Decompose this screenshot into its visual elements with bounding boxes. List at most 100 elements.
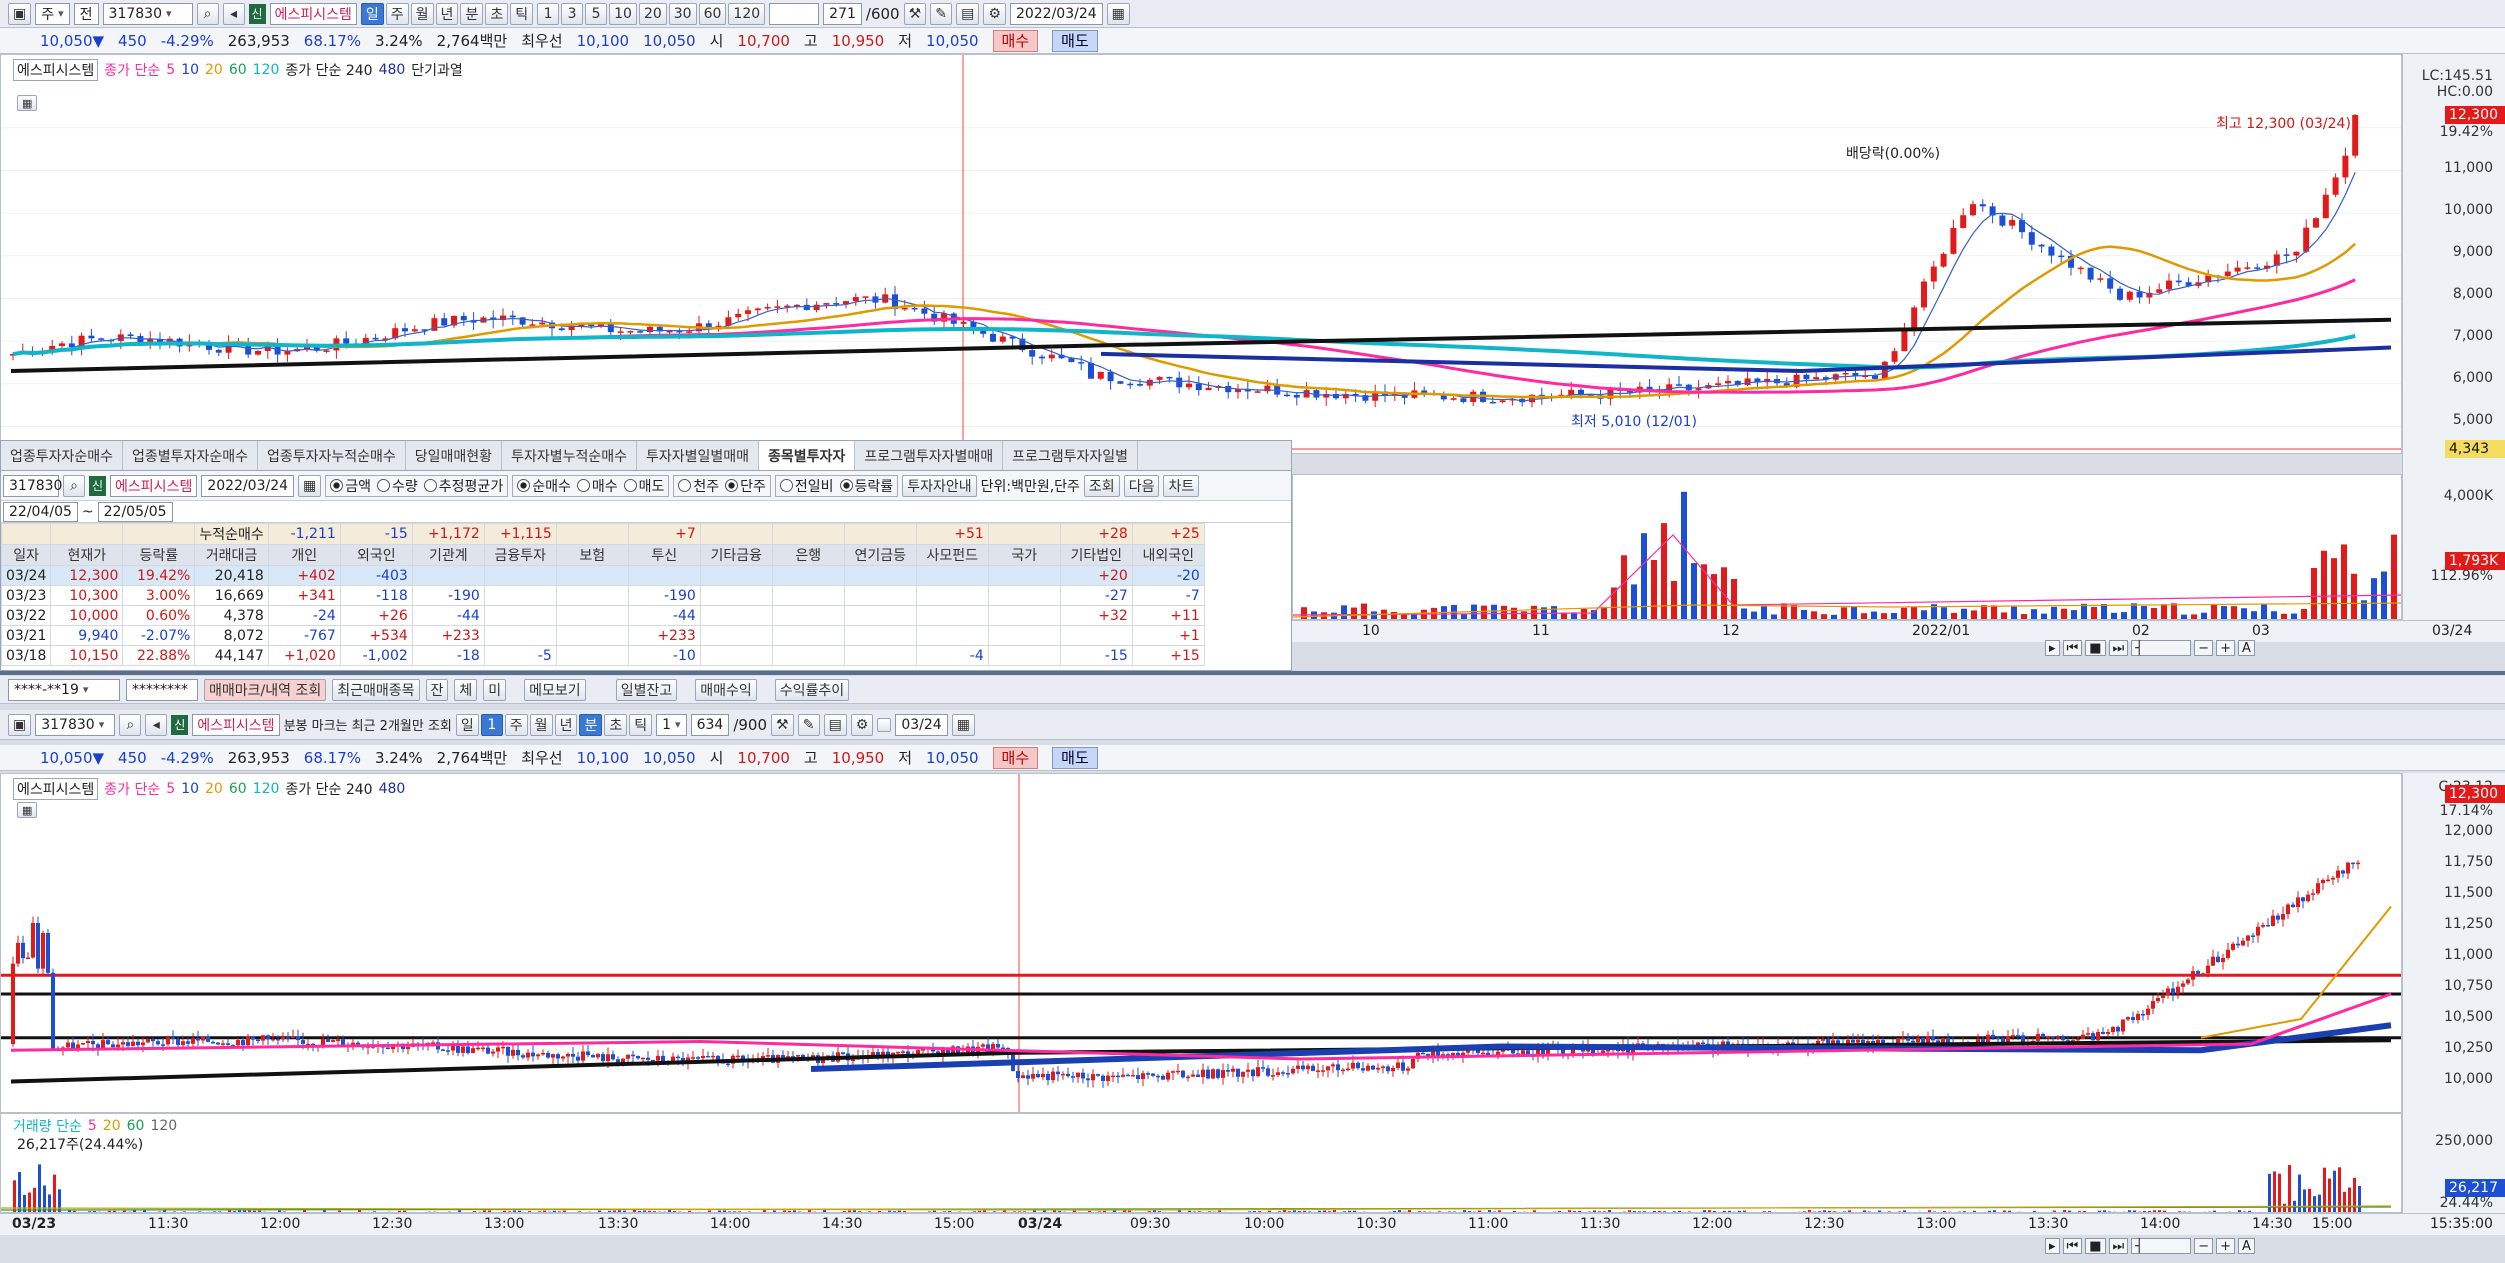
trade-mark-button[interactable]: 매매마크/내역 조회 (204, 678, 327, 701)
balance-button[interactable]: 잔 (425, 678, 449, 701)
b-font-icon[interactable]: A (2238, 1238, 2255, 1254)
b-sell-button[interactable]: 매도 (1052, 746, 1098, 769)
column-header[interactable]: 사모펀드 (915, 544, 989, 566)
b-scroll-right-icon[interactable]: ▸ (2045, 1238, 2060, 1254)
bottom-code-input[interactable]: 317830 (35, 713, 116, 736)
bottom-period-button[interactable]: 초 (604, 713, 628, 736)
bottom-period-button[interactable]: 틱 (629, 713, 653, 736)
bottom-period-button[interactable]: 월 (529, 713, 553, 736)
daily-balance-button[interactable]: 일별잔고 (615, 678, 678, 701)
tab-investor[interactable]: 프로그램투자자별매매 (855, 441, 1004, 470)
table-row[interactable]: 03/22 10,000 0.60% 4,378 -24 +26 -44 -44 +32 +11 (1, 605, 1205, 626)
gear-icon[interactable]: ⚙ (983, 2, 1006, 25)
bottom-period-button[interactable]: 년 (554, 713, 578, 736)
table-row[interactable]: 03/23 10,300 3.00% 16,669 +341 -118 -190 -190 -2… (1, 585, 1205, 606)
column-header[interactable]: 내외국인 (1131, 544, 1205, 566)
column-header[interactable]: 기관계 (411, 544, 485, 566)
radio-option[interactable]: 금액 (330, 476, 371, 496)
scroll-first-icon[interactable]: ⏮ (2062, 640, 2083, 656)
column-header[interactable]: 금융투자 (483, 544, 557, 566)
radio-option[interactable]: 전일비 (780, 476, 834, 496)
interval-button[interactable]: 3 (561, 2, 584, 25)
bottom-tools-icon[interactable]: ⚒ (771, 713, 794, 736)
column-header[interactable]: 연기금등 (843, 544, 917, 566)
period-button[interactable]: 초 (485, 2, 509, 25)
b-scroll-last-icon[interactable]: ⏭ (2108, 1238, 2129, 1254)
count-input[interactable]: 271 (823, 2, 862, 25)
tab-investor[interactable]: 업종투자자누적순매수 (258, 441, 406, 470)
kind-select[interactable]: 전 (73, 2, 99, 25)
bottom-period-button[interactable]: 1 (480, 713, 503, 736)
next-button[interactable]: 다음 (1123, 474, 1160, 497)
period-button[interactable]: 틱 (510, 2, 534, 25)
bottom-period-button[interactable]: 주 (504, 713, 528, 736)
stop-icon[interactable]: ■ (2085, 640, 2106, 656)
buy-button[interactable]: 매수 (992, 29, 1039, 52)
zoom-bar[interactable]: ┤ (2131, 640, 2192, 656)
bottom-save-icon[interactable]: ▤ (823, 713, 847, 736)
bottom-period-button[interactable]: 분 (579, 713, 603, 736)
panel-calendar-icon[interactable]: ▦ (298, 474, 322, 497)
period-button[interactable]: 일 (360, 2, 384, 25)
table-row[interactable]: 03/18 10,150 22.88% 44,147 +1,020 -1,002 -18 -5… (1, 645, 1205, 666)
period-button[interactable]: 주 (385, 2, 409, 25)
blank-input[interactable] (769, 2, 820, 25)
b-chart-menu-icon[interactable]: ▦ (17, 802, 38, 818)
bottom-gear-icon[interactable]: ⚙ (850, 713, 874, 736)
sound-icon[interactable]: ◂ (222, 2, 245, 25)
scroll-right-icon[interactable]: ▸ (2045, 640, 2060, 656)
b-scroll-first-icon[interactable]: ⏮ (2062, 1238, 2083, 1254)
search-icon[interactable]: ⌕ (196, 2, 219, 25)
period-button[interactable]: 월 (410, 2, 434, 25)
tab-investor[interactable]: 업종투자자순매수 (1, 441, 124, 470)
interval-button[interactable]: 20 (638, 2, 667, 25)
tab-investor[interactable]: 투자자별일별매매 (637, 441, 760, 470)
column-header[interactable]: 현재가 (50, 544, 124, 566)
bottom-nav-controls[interactable]: ▸ ⏮ ■ ⏭ ┤ − + A (2045, 1238, 2255, 1254)
column-header[interactable]: 외국인 (339, 544, 413, 566)
date-checkbox[interactable] (877, 717, 892, 732)
interval-button[interactable]: 5 (585, 2, 608, 25)
window-icon[interactable]: ▣ (8, 2, 32, 25)
interval-button[interactable]: 60 (698, 2, 727, 25)
panel-date-input[interactable]: 2022/03/24 (201, 474, 295, 497)
password-input[interactable]: ******** (126, 678, 198, 701)
top-nav-controls[interactable]: ▸ ⏮ ■ ⏭ ┤ − + A (2045, 640, 2255, 656)
bottom-count-input[interactable]: 634 (690, 713, 730, 736)
b-stop-icon[interactable]: ■ (2085, 1238, 2106, 1254)
column-header[interactable]: 국가 (987, 544, 1061, 566)
zoom-in-icon[interactable]: + (2216, 640, 2236, 656)
column-header[interactable]: 일자 (1, 544, 52, 566)
save-icon[interactable]: ▤ (956, 2, 980, 25)
table-row[interactable]: 03/21 9,940 -2.07% 8,072 -767 +534 +233 +233 +1 (1, 625, 1205, 646)
bottom-volume-chart[interactable]: 거래량 단순 5 20 60 120 26,217주(24.44%) (0, 1113, 2402, 1213)
radio-option[interactable]: 수량 (377, 476, 418, 496)
tools-icon[interactable]: ⚒ (903, 2, 927, 25)
top-price-chart[interactable]: 에스피시스템 종가 단순 5 10 20 60 120 종가 단순 240 48… (0, 54, 2402, 454)
column-header[interactable]: 거래대금 (194, 544, 269, 566)
interval-button[interactable]: 120 (728, 2, 766, 25)
range-to-input[interactable]: 22/05/05 (97, 501, 173, 522)
zoom-out-icon[interactable]: − (2194, 640, 2214, 656)
chart-menu-icon[interactable]: ▦ (17, 95, 38, 111)
column-header[interactable]: 기타법인 (1059, 544, 1133, 566)
period-button[interactable]: 년 (435, 2, 459, 25)
unfilled-button[interactable]: 미 (483, 678, 507, 701)
memo-button[interactable]: 메모보기 (524, 678, 586, 701)
tab-investor[interactable]: 당일매매현황 (406, 441, 503, 470)
radio-option[interactable]: 순매수 (517, 476, 571, 496)
interval-button[interactable]: 30 (668, 2, 697, 25)
tab-investor[interactable]: 업종별투자자순매수 (123, 441, 258, 470)
investor-guide-button[interactable]: 투자자안내 (902, 474, 977, 497)
period-button[interactable]: 분 (460, 2, 484, 25)
draw-icon[interactable]: ✎ (930, 2, 953, 25)
sell-button[interactable]: 매도 (1052, 29, 1098, 52)
column-header[interactable]: 은행 (771, 544, 845, 566)
query-button[interactable]: 조회 (1083, 474, 1120, 497)
b-zoom-bar[interactable]: ┤ (2131, 1238, 2192, 1254)
radio-option[interactable]: 매도 (624, 476, 665, 496)
chart-button[interactable]: 차트 (1163, 474, 1200, 497)
tab-investor[interactable]: 종목별투자자 (759, 441, 856, 470)
trade-profit-button[interactable]: 매매수익 (695, 678, 757, 701)
filled-button[interactable]: 체 (454, 678, 478, 701)
